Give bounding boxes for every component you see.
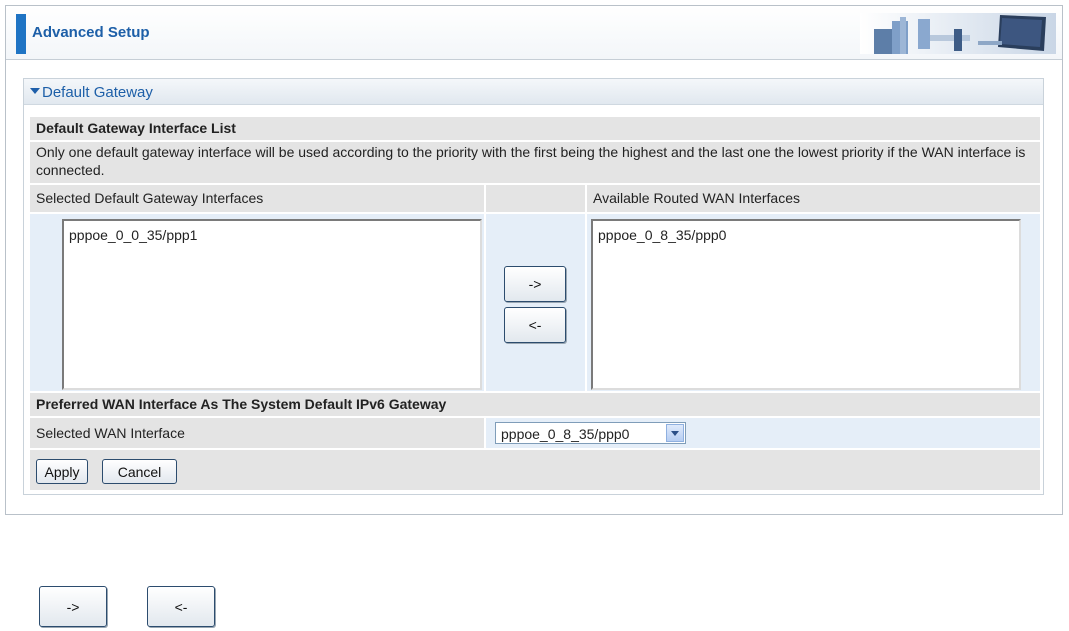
selected-list-cell: pppoe_0_0_35/ppp1	[30, 214, 484, 391]
selected-label-cell: Selected Default Gateway Interfaces	[30, 185, 484, 212]
priority-description: Only one default gateway interface will …	[36, 144, 1026, 178]
list-item[interactable]: pppoe_0_0_35/ppp1	[69, 227, 475, 243]
office-banner-icon	[860, 13, 1056, 54]
wan-interface-select[interactable]: pppoe_0_8_35/ppp0	[495, 422, 686, 444]
header-accent-bar	[16, 14, 26, 54]
description-row: Only one default gateway interface will …	[30, 142, 1040, 183]
section-header[interactable]: Default Gateway	[24, 79, 1043, 105]
cancel-button[interactable]: Cancel	[102, 459, 177, 484]
interface-list-heading: Default Gateway Interface List	[36, 120, 236, 136]
available-list-cell: pppoe_0_8_35/ppp0	[587, 214, 1040, 391]
list-item[interactable]: pppoe_0_8_35/ppp0	[598, 227, 1014, 243]
selected-interfaces-label: Selected Default Gateway Interfaces	[36, 190, 264, 206]
page-title: Advanced Setup	[32, 24, 150, 41]
ipv6-gateway-heading: Preferred WAN Interface As The System De…	[36, 396, 447, 412]
chevron-down-icon[interactable]	[666, 424, 684, 442]
page-header: Advanced Setup	[6, 6, 1062, 60]
wan-select-cell: pppoe_0_8_35/ppp0	[486, 418, 1040, 448]
action-row: Apply Cancel	[30, 450, 1040, 490]
collapse-triangle-icon[interactable]	[30, 88, 40, 94]
move-left-button[interactable]: <-	[504, 307, 566, 343]
ipv6-heading-row: Preferred WAN Interface As The System De…	[30, 393, 1040, 416]
apply-button[interactable]: Apply	[36, 459, 88, 484]
default-gateway-section: Default Gateway Default Gateway Interfac…	[23, 78, 1044, 495]
middle-label-cell	[486, 185, 585, 212]
selected-interfaces-listbox[interactable]: pppoe_0_0_35/ppp1	[62, 219, 482, 390]
selected-wan-interface-label: Selected WAN Interface	[36, 425, 185, 441]
legend-move-right-button[interactable]: ->	[39, 586, 107, 627]
available-interfaces-listbox[interactable]: pppoe_0_8_35/ppp0	[591, 219, 1021, 390]
wan-interface-value: pppoe_0_8_35/ppp0	[501, 426, 630, 442]
available-interfaces-label: Available Routed WAN Interfaces	[593, 190, 800, 206]
move-buttons-cell: -> <-	[486, 214, 585, 391]
interface-list-heading-row: Default Gateway Interface List	[30, 117, 1040, 140]
advanced-setup-panel: Advanced Setup Default Gateway Default G…	[5, 5, 1063, 515]
available-label-cell: Available Routed WAN Interfaces	[587, 185, 1040, 212]
wan-label-cell: Selected WAN Interface	[30, 418, 484, 448]
section-title: Default Gateway	[42, 84, 153, 101]
move-right-button[interactable]: ->	[504, 266, 566, 302]
legend-move-left-button[interactable]: <-	[147, 586, 215, 627]
